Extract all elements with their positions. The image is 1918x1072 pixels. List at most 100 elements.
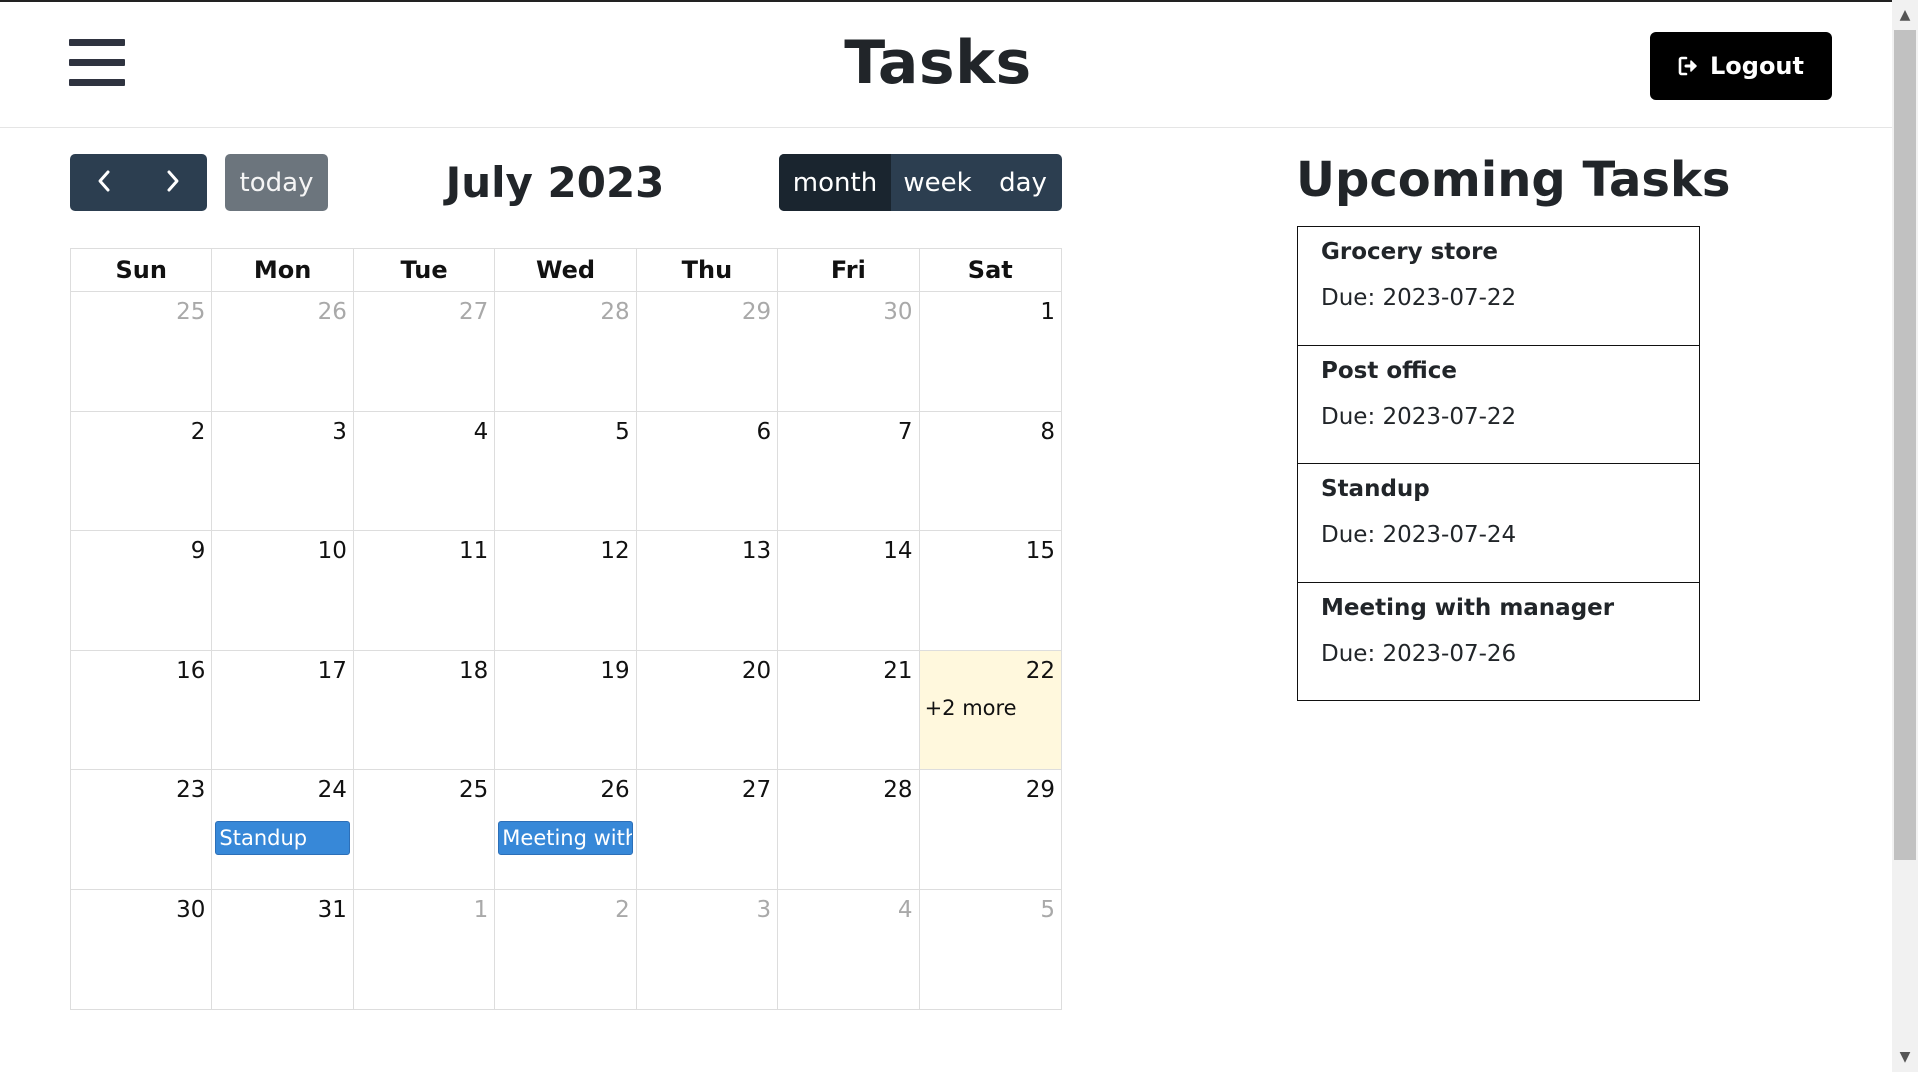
- day-number[interactable]: 20: [742, 658, 771, 684]
- next-month-button[interactable]: [139, 154, 208, 211]
- calendar-day-cell[interactable]: 28: [495, 292, 637, 412]
- task-card[interactable]: Meeting with manager Due: 2023-07-26: [1297, 581, 1700, 701]
- day-number[interactable]: 1: [474, 897, 489, 923]
- calendar-day-cell[interactable]: 26: [212, 292, 354, 412]
- calendar-day-cell[interactable]: 4: [353, 411, 496, 531]
- day-number[interactable]: 29: [1026, 777, 1055, 803]
- calendar-day-cell[interactable]: 2: [71, 411, 213, 531]
- day-number[interactable]: 7: [898, 419, 913, 445]
- day-number[interactable]: 26: [600, 777, 629, 803]
- day-number[interactable]: 15: [1026, 538, 1055, 564]
- scroll-down-arrow-icon[interactable]: ▼: [1892, 1044, 1918, 1070]
- day-number[interactable]: 24: [318, 777, 347, 803]
- day-number[interactable]: 19: [600, 658, 629, 684]
- day-number[interactable]: 25: [459, 777, 488, 803]
- calendar-day-cell[interactable]: 16: [71, 650, 213, 770]
- logout-button[interactable]: Logout: [1650, 32, 1832, 100]
- today-button[interactable]: today: [225, 154, 328, 211]
- calendar-day-cell[interactable]: 27: [353, 292, 496, 412]
- day-number[interactable]: 22: [1026, 658, 1055, 684]
- calendar-day-cell[interactable]: 3: [637, 889, 779, 1009]
- day-number[interactable]: 29: [742, 299, 771, 325]
- calendar-day-cell[interactable]: 29: [636, 292, 779, 412]
- calendar-day-cell[interactable]: 8: [919, 412, 1061, 531]
- calendar-day-cell[interactable]: 30: [778, 292, 920, 412]
- day-number[interactable]: 21: [883, 658, 912, 684]
- day-number[interactable]: 2: [615, 897, 630, 923]
- day-view-button[interactable]: day: [984, 154, 1062, 211]
- calendar-day-cell[interactable]: 20: [636, 650, 779, 770]
- day-number[interactable]: 9: [191, 538, 206, 564]
- day-number[interactable]: 5: [615, 419, 630, 445]
- calendar-event[interactable]: Meeting with: [498, 821, 633, 855]
- day-number[interactable]: 6: [756, 419, 771, 445]
- day-number[interactable]: 12: [600, 538, 629, 564]
- calendar-day-cell[interactable]: 1: [354, 889, 496, 1009]
- calendar-event[interactable]: Standup: [215, 821, 350, 855]
- calendar-day-cell[interactable]: 12: [495, 531, 637, 651]
- day-number[interactable]: 3: [332, 419, 347, 445]
- calendar-day-cell[interactable]: 23: [71, 770, 213, 890]
- day-number[interactable]: 11: [459, 538, 488, 564]
- calendar-day-cell[interactable]: 19: [495, 650, 637, 770]
- day-number[interactable]: 26: [318, 299, 347, 325]
- calendar-day-cell[interactable]: 2: [495, 889, 637, 1009]
- calendar-day-cell[interactable]: 31: [212, 889, 354, 1009]
- day-number[interactable]: 17: [318, 658, 347, 684]
- vertical-scrollbar[interactable]: ▲ ▼: [1892, 0, 1918, 1072]
- task-card[interactable]: Grocery store Due: 2023-07-22: [1297, 226, 1700, 346]
- calendar-day-cell[interactable]: 18: [353, 650, 496, 770]
- day-number[interactable]: 30: [883, 299, 912, 325]
- calendar-day-cell[interactable]: 6: [636, 411, 779, 531]
- calendar-day-cell[interactable]: 26 Meeting with: [495, 770, 637, 890]
- calendar-day-cell[interactable]: 29: [919, 770, 1061, 890]
- task-card[interactable]: Standup Due: 2023-07-24: [1297, 463, 1700, 583]
- week-view-button[interactable]: week: [891, 154, 984, 211]
- day-number[interactable]: 2: [191, 419, 206, 445]
- day-number[interactable]: 8: [1040, 419, 1055, 445]
- calendar-day-cell[interactable]: 5: [920, 890, 1061, 1010]
- day-number[interactable]: 5: [1040, 897, 1055, 923]
- calendar-day-cell[interactable]: 14: [778, 531, 920, 651]
- day-number[interactable]: 13: [742, 538, 771, 564]
- day-number[interactable]: 10: [318, 538, 347, 564]
- calendar-day-cell[interactable]: 3: [212, 411, 354, 531]
- calendar-day-cell[interactable]: 28: [778, 770, 920, 890]
- day-number[interactable]: 16: [176, 658, 205, 684]
- calendar-day-cell[interactable]: 22 +2 more: [919, 650, 1061, 770]
- calendar-day-cell[interactable]: 1: [919, 292, 1061, 412]
- task-card[interactable]: Post office Due: 2023-07-22: [1297, 344, 1700, 464]
- calendar-day-cell[interactable]: 24 Standup: [212, 770, 354, 890]
- month-view-button[interactable]: month: [779, 154, 891, 211]
- scrollbar-thumb[interactable]: [1894, 30, 1916, 860]
- calendar-day-cell[interactable]: 30: [71, 889, 213, 1009]
- day-number[interactable]: 4: [474, 419, 489, 445]
- calendar-day-cell[interactable]: 7: [778, 411, 920, 531]
- calendar-day-cell[interactable]: 15: [919, 531, 1061, 651]
- day-number[interactable]: 14: [883, 538, 912, 564]
- calendar-day-cell[interactable]: 21: [778, 650, 920, 770]
- calendar-day-cell[interactable]: 27: [636, 770, 779, 890]
- day-number[interactable]: 1: [1040, 299, 1055, 325]
- day-number[interactable]: 27: [742, 777, 771, 803]
- day-number[interactable]: 3: [756, 897, 771, 923]
- day-number[interactable]: 28: [883, 777, 912, 803]
- calendar-day-cell[interactable]: 25: [353, 770, 496, 890]
- day-number[interactable]: 30: [176, 897, 205, 923]
- calendar-day-cell[interactable]: 5: [495, 411, 637, 531]
- calendar-day-cell[interactable]: 17: [212, 650, 354, 770]
- prev-month-button[interactable]: [70, 154, 139, 211]
- day-number[interactable]: 4: [898, 897, 913, 923]
- calendar-day-cell[interactable]: 13: [636, 531, 779, 651]
- day-number[interactable]: 28: [600, 299, 629, 325]
- day-number[interactable]: 25: [176, 299, 205, 325]
- calendar-day-cell[interactable]: 10: [212, 531, 354, 651]
- scroll-up-arrow-icon[interactable]: ▲: [1892, 2, 1918, 28]
- day-number[interactable]: 31: [318, 897, 347, 923]
- calendar-day-cell[interactable]: 9: [71, 531, 213, 651]
- calendar-day-cell[interactable]: 11: [353, 531, 496, 651]
- calendar-day-cell[interactable]: 25: [71, 292, 213, 412]
- day-number[interactable]: 18: [459, 658, 488, 684]
- day-number[interactable]: 27: [459, 299, 488, 325]
- day-number[interactable]: 23: [176, 777, 205, 803]
